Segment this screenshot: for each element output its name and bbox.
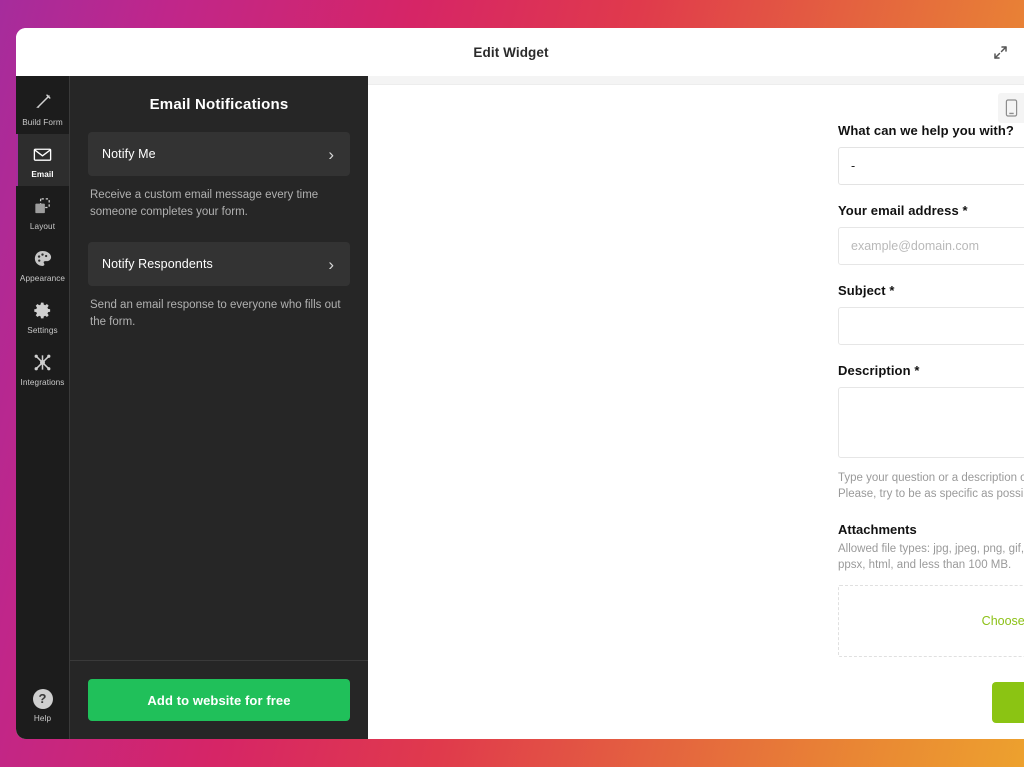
field-topic-label: What can we help you with? [838, 123, 1024, 138]
sidebar-item-build-form[interactable]: Build Form [16, 82, 69, 134]
widget-editor-window: Edit Widget Build Form [16, 28, 1024, 739]
titlebar: Edit Widget [16, 28, 1024, 76]
mobile-phone-icon[interactable] [998, 93, 1024, 123]
form-preview: What can we help you with? - Your email … [368, 76, 1024, 739]
option-notify-me[interactable]: Notify Me › [88, 132, 350, 176]
sidebar-item-email[interactable]: Email [16, 134, 69, 186]
page-title: Edit Widget [473, 45, 548, 60]
sidebar-item-layout[interactable]: Layout [16, 186, 69, 238]
sidebar-item-label: Integrations [21, 378, 65, 387]
palette-icon [32, 247, 54, 269]
integrations-icon [32, 351, 54, 373]
submit-row: Submit [838, 682, 1024, 723]
attachments-heading: Attachments [838, 522, 1024, 537]
file-dropzone[interactable]: Choose file or drop here [838, 585, 1024, 657]
topic-select-value: - [851, 159, 855, 173]
choose-file-link[interactable]: Choose file [982, 614, 1024, 628]
field-description: Description * Type your question or a de… [838, 363, 1024, 502]
pencil-icon [32, 91, 54, 113]
subject-field[interactable] [838, 307, 1024, 345]
form-scroll-area: What can we help you with? - Your email … [368, 85, 1024, 739]
email-field[interactable] [838, 227, 1024, 265]
option-label: Notify Respondents [102, 257, 213, 271]
field-email: Your email address * [838, 203, 1024, 265]
layout-icon [32, 195, 54, 217]
sidebar-rail: Build Form Email Layou [16, 76, 69, 739]
chevron-right-icon: › [328, 256, 334, 273]
sidebar-item-label: Build Form [22, 118, 63, 127]
preview-top-strip [368, 76, 1024, 85]
sidebar-item-settings[interactable]: Settings [16, 290, 69, 342]
question-circle-icon: ? [33, 689, 53, 709]
sidebar-item-integrations[interactable]: Integrations [16, 342, 69, 394]
topic-select[interactable]: - [838, 147, 1024, 185]
sidebar-item-help[interactable]: ? Help [16, 689, 69, 739]
field-topic: What can we help you with? - [838, 123, 1024, 185]
description-field[interactable] [838, 387, 1024, 458]
settings-panel-scroll: Email Notifications Notify Me › Receive … [70, 76, 368, 660]
attachments-section: Attachments Allowed file types: jpg, jpe… [838, 522, 1024, 657]
expand-diagonal-icon[interactable] [986, 38, 1014, 66]
option-label: Notify Me [102, 147, 156, 161]
field-email-label: Your email address * [838, 203, 1024, 218]
field-subject: Subject * [838, 283, 1024, 345]
add-to-website-button[interactable]: Add to website for free [88, 679, 350, 721]
submit-button[interactable]: Submit [992, 682, 1024, 723]
sidebar-item-label: Appearance [20, 274, 65, 283]
panel-title: Email Notifications [88, 96, 350, 113]
rail-spacer [16, 394, 69, 689]
field-subject-label: Subject * [838, 283, 1024, 298]
settings-panel: Email Notifications Notify Me › Receive … [69, 76, 368, 739]
envelope-icon [32, 143, 54, 165]
description-helper-text: Type your question or a description of t… [838, 471, 1024, 502]
panel-footer: Add to website for free [70, 660, 368, 739]
option-notify-respondents[interactable]: Notify Respondents › [88, 242, 350, 286]
form-content: What can we help you with? - Your email … [838, 123, 1024, 723]
sidebar-item-label: Settings [27, 326, 57, 335]
sidebar-item-appearance[interactable]: Appearance [16, 238, 69, 290]
sidebar-item-label: Email [31, 170, 53, 179]
field-description-label: Description * [838, 363, 1024, 378]
editor-body: Build Form Email Layou [16, 76, 1024, 739]
attachments-allowed-types: Allowed file types: jpg, jpeg, png, gif,… [838, 542, 1024, 573]
gear-icon [32, 299, 54, 321]
option-notify-me-description: Receive a custom email message every tim… [88, 187, 350, 220]
sidebar-item-label: Layout [30, 222, 55, 231]
sidebar-item-label: Help [34, 714, 51, 723]
chevron-right-icon: › [328, 146, 334, 163]
option-notify-respondents-description: Send an email response to everyone who f… [88, 297, 350, 330]
